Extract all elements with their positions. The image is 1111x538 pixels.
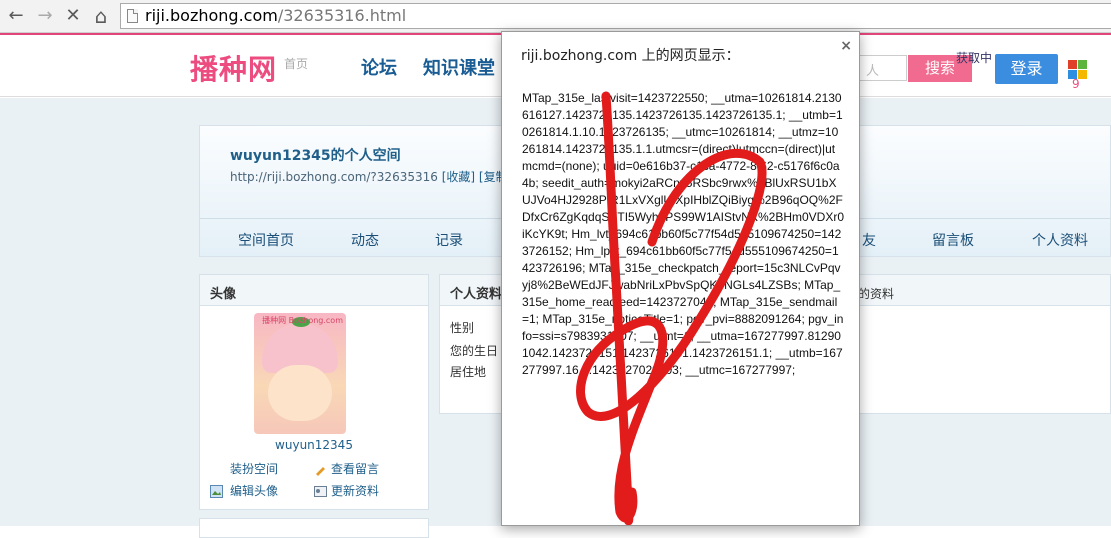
favorite-link[interactable]: [收藏] xyxy=(442,170,475,184)
avatar-username[interactable]: wuyun12345 xyxy=(200,438,428,452)
update-profile-link[interactable]: 更新资料 xyxy=(331,482,379,499)
page-icon xyxy=(127,9,138,23)
back-icon[interactable]: ← xyxy=(5,5,27,27)
pencil-icon xyxy=(314,461,327,476)
avatar-watermark: 播种网 Bozhong.com xyxy=(262,316,343,325)
next-panel xyxy=(199,518,429,538)
alert-dialog: riji.bozhong.com 上的网页显示： × MTap_315e_las… xyxy=(501,31,860,526)
space-url-text: http://riji.bozhong.com/?32635316 xyxy=(230,170,438,184)
tab-friends[interactable]: 友 xyxy=(862,230,876,250)
profile-panel-right-text: 的资料 xyxy=(858,287,895,301)
site-logo[interactable]: 播种网 xyxy=(190,48,277,88)
address-bar[interactable]: riji.bozhong.com/32635316.html xyxy=(120,3,1111,29)
tab-profile[interactable]: 个人资料 xyxy=(1032,230,1088,250)
profile-residence-label: 居住地 xyxy=(450,365,487,379)
nav-knowledge[interactable]: 知识课堂 xyxy=(423,54,495,80)
dialog-title: riji.bozhong.com 上的网页显示： xyxy=(521,48,740,64)
profile-birthday-label: 您的生日 xyxy=(450,344,499,358)
dialog-message: MTap_315e_lastvisit=1423722550; __utma=1… xyxy=(522,91,845,377)
dress-up-space-link[interactable]: 装扮空间 xyxy=(230,460,278,477)
view-messages-link[interactable]: 查看留言 xyxy=(331,460,379,477)
url-domain: riji.bozhong.com xyxy=(145,6,278,25)
stop-icon[interactable]: ✕ xyxy=(62,5,84,27)
home-link[interactable]: 首页 xyxy=(284,55,308,72)
tab-space-home[interactable]: 空间首页 xyxy=(238,230,294,250)
picture-icon xyxy=(210,483,223,498)
loading-status: 获取中 xyxy=(956,51,993,65)
profile-gender-label: 性别 xyxy=(450,321,475,335)
nav-forum[interactable]: 论坛 xyxy=(361,54,397,80)
login-button[interactable]: 登录 xyxy=(995,54,1058,84)
tab-records[interactable]: 记录 xyxy=(435,230,463,250)
space-title: wuyun12345的个人空间 xyxy=(230,148,401,164)
avatar-face xyxy=(268,365,332,421)
tab-feed[interactable]: 动态 xyxy=(351,230,379,250)
avatar[interactable]: 播种网 Bozhong.com xyxy=(254,313,346,434)
home-icon[interactable]: ⌂ xyxy=(90,5,112,27)
forward-icon[interactable]: → xyxy=(34,5,56,27)
avatar-panel-heading: 头像 xyxy=(200,275,428,306)
url-path: /32635316.html xyxy=(277,6,407,25)
browser-toolbar: ← → ✕ ⌂ riji.bozhong.com/32635316.html xyxy=(0,0,1111,33)
svg-text:9: 9 xyxy=(1072,77,1080,88)
windows-logo-icon: 9 xyxy=(1068,52,1111,88)
url-text: riji.bozhong.com/32635316.html xyxy=(145,6,406,25)
space-url: http://riji.bozhong.com/?32635316 [收藏] [… xyxy=(230,168,512,185)
avatar-panel: 头像 播种网 Bozhong.com wuyun12345 装扮空间 查看留言 … xyxy=(199,274,429,510)
tab-guestbook[interactable]: 留言板 xyxy=(932,230,974,250)
close-icon[interactable]: × xyxy=(840,38,852,54)
edit-avatar-link[interactable]: 编辑头像 xyxy=(230,482,278,499)
profile-card-icon xyxy=(314,483,327,497)
